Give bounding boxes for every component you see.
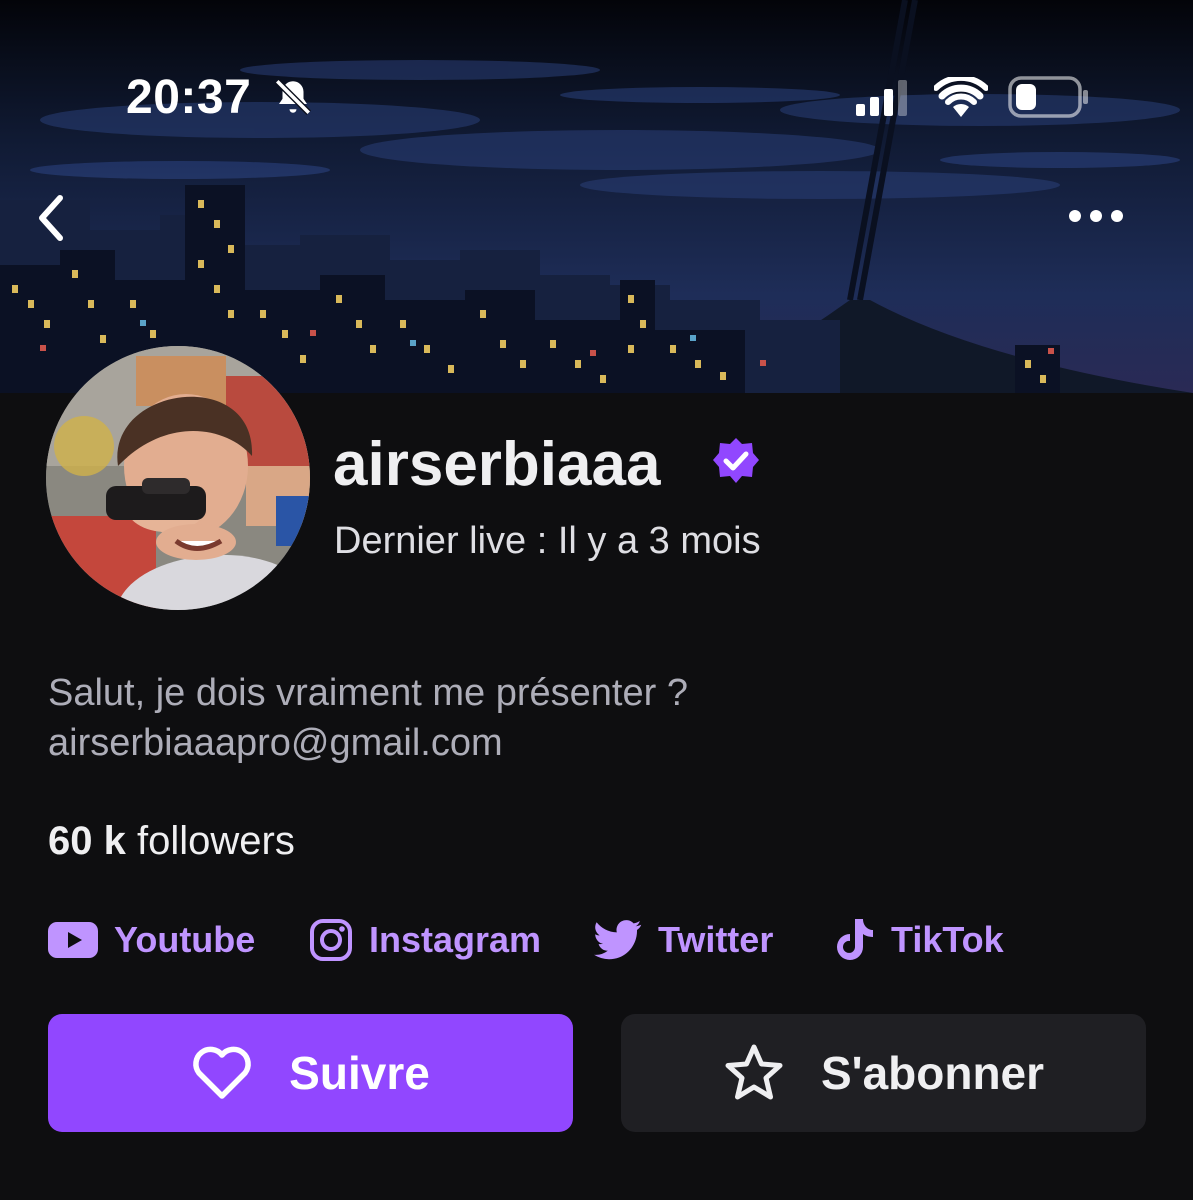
channel-bio: Salut, je dois vraiment me présenter ? a… bbox=[48, 668, 1148, 768]
star-outline-icon bbox=[723, 1043, 785, 1103]
social-link-tiktok[interactable]: TikTok bbox=[833, 912, 1004, 968]
social-link-label: Instagram bbox=[369, 919, 542, 960]
back-button[interactable] bbox=[34, 194, 94, 258]
youtube-icon bbox=[48, 922, 98, 958]
followers-count: 60 k followers bbox=[48, 816, 295, 866]
city-night-banner-art bbox=[0, 0, 1193, 393]
subscribe-label: S'abonner bbox=[820, 1047, 1045, 1099]
channel-banner: 20:37 bbox=[0, 0, 1193, 393]
followers-number: 60 k bbox=[48, 819, 126, 863]
social-link-label: TikTok bbox=[891, 919, 1004, 960]
social-link-twitter[interactable]: Twitter bbox=[594, 912, 773, 968]
follow-label: Suivre bbox=[289, 1047, 430, 1099]
tiktok-icon bbox=[833, 917, 875, 963]
social-link-instagram[interactable]: Instagram bbox=[309, 912, 541, 968]
channel-profile-screen: 20:37 airserbiaaa Dernier live: Il y a … bbox=[0, 0, 1193, 1200]
followers-label: followers bbox=[136, 819, 295, 863]
social-link-youtube[interactable]: Youtube bbox=[48, 912, 255, 968]
status-time: 20:37 bbox=[126, 71, 252, 124]
heart-outline-icon bbox=[191, 1045, 253, 1101]
more-options-button[interactable] bbox=[1066, 208, 1146, 258]
social-link-label: Twitter bbox=[658, 919, 774, 960]
twitter-icon bbox=[594, 920, 642, 960]
subscribe-button[interactable]: S'abonner bbox=[621, 1014, 1146, 1132]
verified-badge-icon bbox=[712, 436, 760, 493]
channel-username: airserbiaaa bbox=[333, 430, 661, 499]
instagram-icon bbox=[309, 918, 353, 962]
follow-button[interactable]: Suivre bbox=[48, 1014, 573, 1132]
last-live-text: Dernier live : Il y a 3 mois bbox=[334, 520, 761, 562]
avatar-photo bbox=[46, 346, 310, 610]
social-link-label: Youtube bbox=[114, 919, 256, 960]
bio-line: airserbiaaapro@gmail.com bbox=[48, 722, 503, 764]
bio-line: Salut, je dois vraiment me présenter ? bbox=[48, 672, 688, 714]
avatar[interactable] bbox=[46, 346, 310, 610]
